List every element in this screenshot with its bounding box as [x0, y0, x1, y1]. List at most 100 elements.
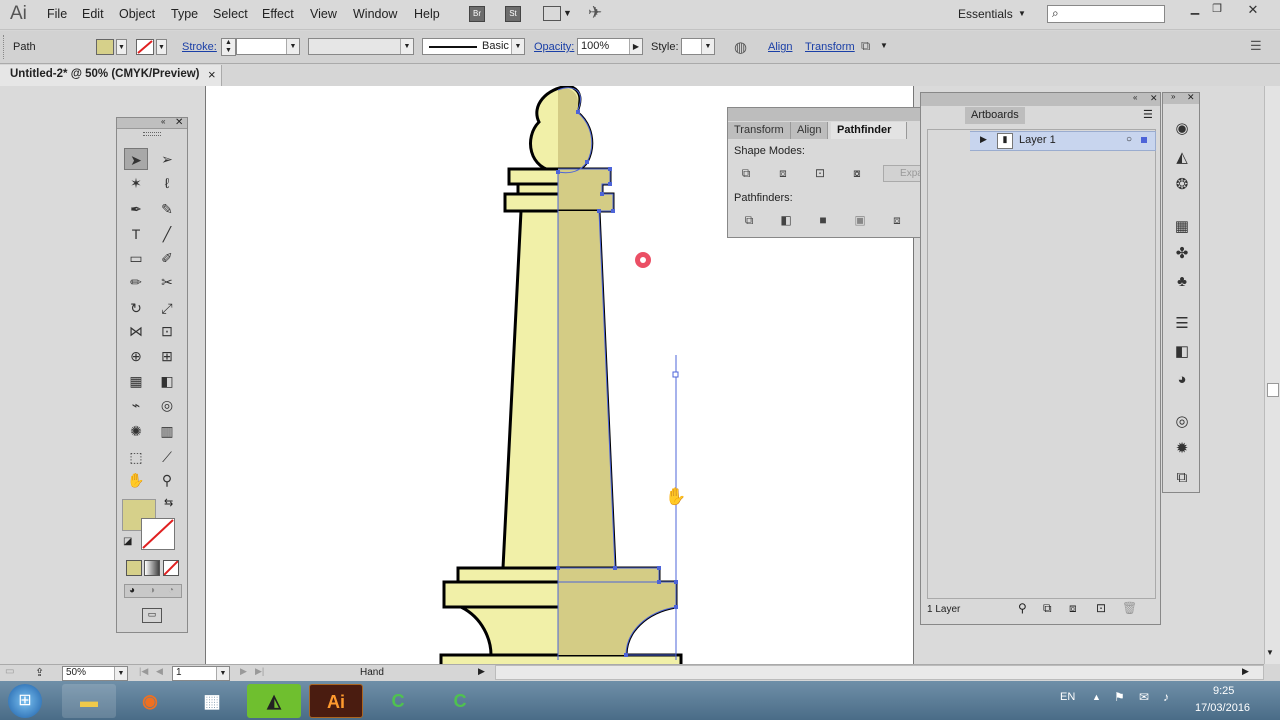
chevron-down-icon[interactable]: ▼ — [156, 39, 167, 55]
gradient-tool-icon[interactable]: ◧ — [155, 370, 179, 392]
scroll-right-arrow[interactable]: ▶ — [1242, 666, 1249, 677]
selection-tool-icon[interactable]: ➤ — [124, 148, 148, 170]
search-input[interactable]: ⌕ — [1047, 5, 1165, 23]
stroke-swatch[interactable] — [136, 39, 154, 55]
trim-icon[interactable]: ◧ — [775, 211, 797, 229]
crop-icon[interactable]: ▣ — [849, 211, 871, 229]
stroke-weight-input[interactable]: ▼ — [236, 38, 300, 55]
menu-select[interactable]: Select — [213, 7, 248, 21]
make-clipping-mask-icon[interactable]: ⧉ — [1043, 601, 1052, 616]
clock-date[interactable]: 17/03/2016 — [1195, 702, 1250, 714]
minimize-button[interactable]: ▁ — [1184, 2, 1206, 16]
gpu-performance-icon[interactable]: ✈ — [588, 3, 602, 23]
free-transform-tool-icon[interactable]: ⊡ — [155, 320, 179, 342]
drawing-modes[interactable]: ◕ ◑ ◔ — [124, 584, 182, 598]
swap-colors-icon[interactable]: ⇆ — [164, 496, 173, 509]
scissors-tool-icon[interactable]: ✂ — [155, 271, 179, 293]
language-indicator[interactable]: EN — [1060, 691, 1075, 703]
create-sublayer-icon[interactable]: ⧈ — [1069, 601, 1077, 616]
appearance-icon[interactable]: ◎ — [1171, 411, 1193, 433]
collapse-icon[interactable]: « — [161, 117, 165, 126]
camtasia-icon[interactable]: C — [371, 684, 425, 718]
pen-tool-icon[interactable]: ✒ — [124, 198, 148, 220]
new-layer-icon[interactable]: ⊡ — [1096, 601, 1106, 615]
tab-pathfinder[interactable]: Pathfinder — [831, 122, 907, 139]
grip-handle[interactable] — [143, 132, 161, 136]
brushes-icon[interactable]: ✤ — [1171, 243, 1193, 265]
isolate-object-icon[interactable]: ⧉ — [861, 38, 870, 54]
panel-menu-icon[interactable]: ☰ — [1250, 38, 1262, 54]
firefox-icon[interactable]: ◉ — [123, 684, 177, 718]
last-artboard-icon[interactable]: ▶| — [255, 666, 264, 677]
illustrator-taskbar-icon[interactable]: Ai — [309, 684, 363, 718]
draw-behind-icon[interactable]: ◑ — [149, 585, 155, 596]
recolor-artwork-icon[interactable]: ◍ — [734, 38, 747, 56]
color-themes-icon[interactable]: ❂ — [1171, 174, 1193, 196]
previous-artboard-icon[interactable]: ◀ — [156, 666, 163, 677]
tab-transform[interactable]: Transform — [728, 122, 791, 139]
scroll-down-arrow[interactable]: ▼ — [1266, 648, 1274, 657]
close-icon[interactable]: ✕ — [1187, 92, 1195, 103]
unite-icon[interactable]: ⧉ — [735, 164, 757, 182]
panel-header[interactable] — [921, 93, 1160, 106]
menu-view[interactable]: View — [310, 7, 337, 21]
file-explorer-icon[interactable]: ▬ — [62, 684, 116, 718]
scroll-thumb[interactable] — [1267, 383, 1279, 397]
chevron-down-icon[interactable]: ▼ — [116, 39, 127, 55]
grip-handle[interactable] — [3, 35, 6, 59]
hand-tool-icon[interactable]: ✋ — [124, 469, 148, 491]
rotate-tool-icon[interactable]: ↻ — [124, 297, 148, 319]
symbol-sprayer-tool-icon[interactable]: ✺ — [124, 420, 148, 442]
opacity-input[interactable]: 100% ▶ — [577, 38, 643, 55]
minus-front-icon[interactable]: ⧈ — [772, 164, 794, 182]
shape-builder-tool-icon[interactable]: ⊕ — [124, 345, 148, 367]
stock-button[interactable]: St — [505, 6, 521, 22]
color-mode-icon[interactable] — [126, 560, 142, 576]
next-artboard-icon[interactable]: ▶ — [240, 666, 247, 677]
first-artboard-icon[interactable]: |◀ — [139, 666, 148, 677]
slice-tool-icon[interactable]: ⟋ — [155, 446, 179, 468]
menu-file[interactable]: File — [47, 7, 67, 21]
layer-row[interactable]: ▶ ▮ Layer 1 ○ — [958, 131, 1156, 151]
fill-swatch[interactable] — [96, 39, 114, 55]
menu-type[interactable]: Type — [171, 7, 198, 21]
expand-icon[interactable]: » — [1171, 92, 1175, 101]
chevron-down-icon[interactable]: ▼ — [563, 8, 572, 18]
zoom-tool-icon[interactable]: ⚲ — [155, 469, 179, 491]
restore-button[interactable]: ❐ — [1206, 2, 1228, 16]
recorder-app-icon[interactable]: ◭ — [247, 684, 301, 718]
menu-help[interactable]: Help — [414, 7, 440, 21]
tab-align[interactable]: Align — [791, 122, 829, 139]
pencil-tool-icon[interactable]: ✏ — [124, 271, 148, 293]
chevron-down-icon[interactable]: ▼ — [880, 41, 888, 50]
artboard-tool-icon[interactable]: ⬚ — [124, 446, 148, 468]
draw-inside-icon[interactable]: ◔ — [168, 585, 174, 596]
camtasia-recorder-icon[interactable]: C — [433, 684, 487, 718]
gradient-mode-icon[interactable] — [144, 560, 160, 576]
curvature-tool-icon[interactable]: ✎ — [155, 198, 179, 220]
direct-selection-tool-icon[interactable]: ➢ — [155, 148, 179, 170]
variable-width-profile[interactable]: ▼ — [308, 38, 414, 55]
share-icon[interactable]: ⇪ — [35, 666, 44, 679]
transform-link[interactable]: Transform — [805, 41, 855, 53]
document-tab[interactable]: Untitled-2* @ 50% (CMYK/Preview) × — [0, 65, 222, 86]
graphic-style-picker[interactable]: ▼ — [681, 38, 715, 55]
layer-name[interactable]: Layer 1 — [1019, 134, 1056, 146]
chevron-down-icon[interactable]: ▼ — [1018, 9, 1026, 18]
network-icon[interactable]: ⚑ — [1114, 690, 1125, 704]
selection-indicator[interactable] — [1141, 137, 1147, 143]
calendar-app-icon[interactable]: ▦ — [185, 684, 239, 718]
volume-icon[interactable]: ♪ — [1163, 690, 1169, 704]
status-menu-arrow[interactable]: ▶ — [478, 666, 485, 677]
exclude-icon[interactable]: ⧇ — [846, 164, 868, 182]
menu-window[interactable]: Window — [353, 7, 397, 21]
asset-export-icon[interactable]: ⧉ — [1171, 467, 1193, 489]
stroke-weight-stepper[interactable]: ▲ ▼ — [221, 38, 236, 56]
symbols-icon[interactable]: ♣ — [1171, 271, 1193, 293]
color-icon[interactable]: ◭ — [1171, 147, 1193, 169]
zoom-input[interactable]: 50% ▼ — [62, 666, 128, 681]
arrange-documents-icon[interactable] — [543, 6, 561, 21]
menu-effect[interactable]: Effect — [262, 7, 294, 21]
workspace-switcher[interactable]: Essentials — [958, 7, 1013, 21]
magic-wand-tool-icon[interactable]: ✶ — [124, 172, 148, 194]
